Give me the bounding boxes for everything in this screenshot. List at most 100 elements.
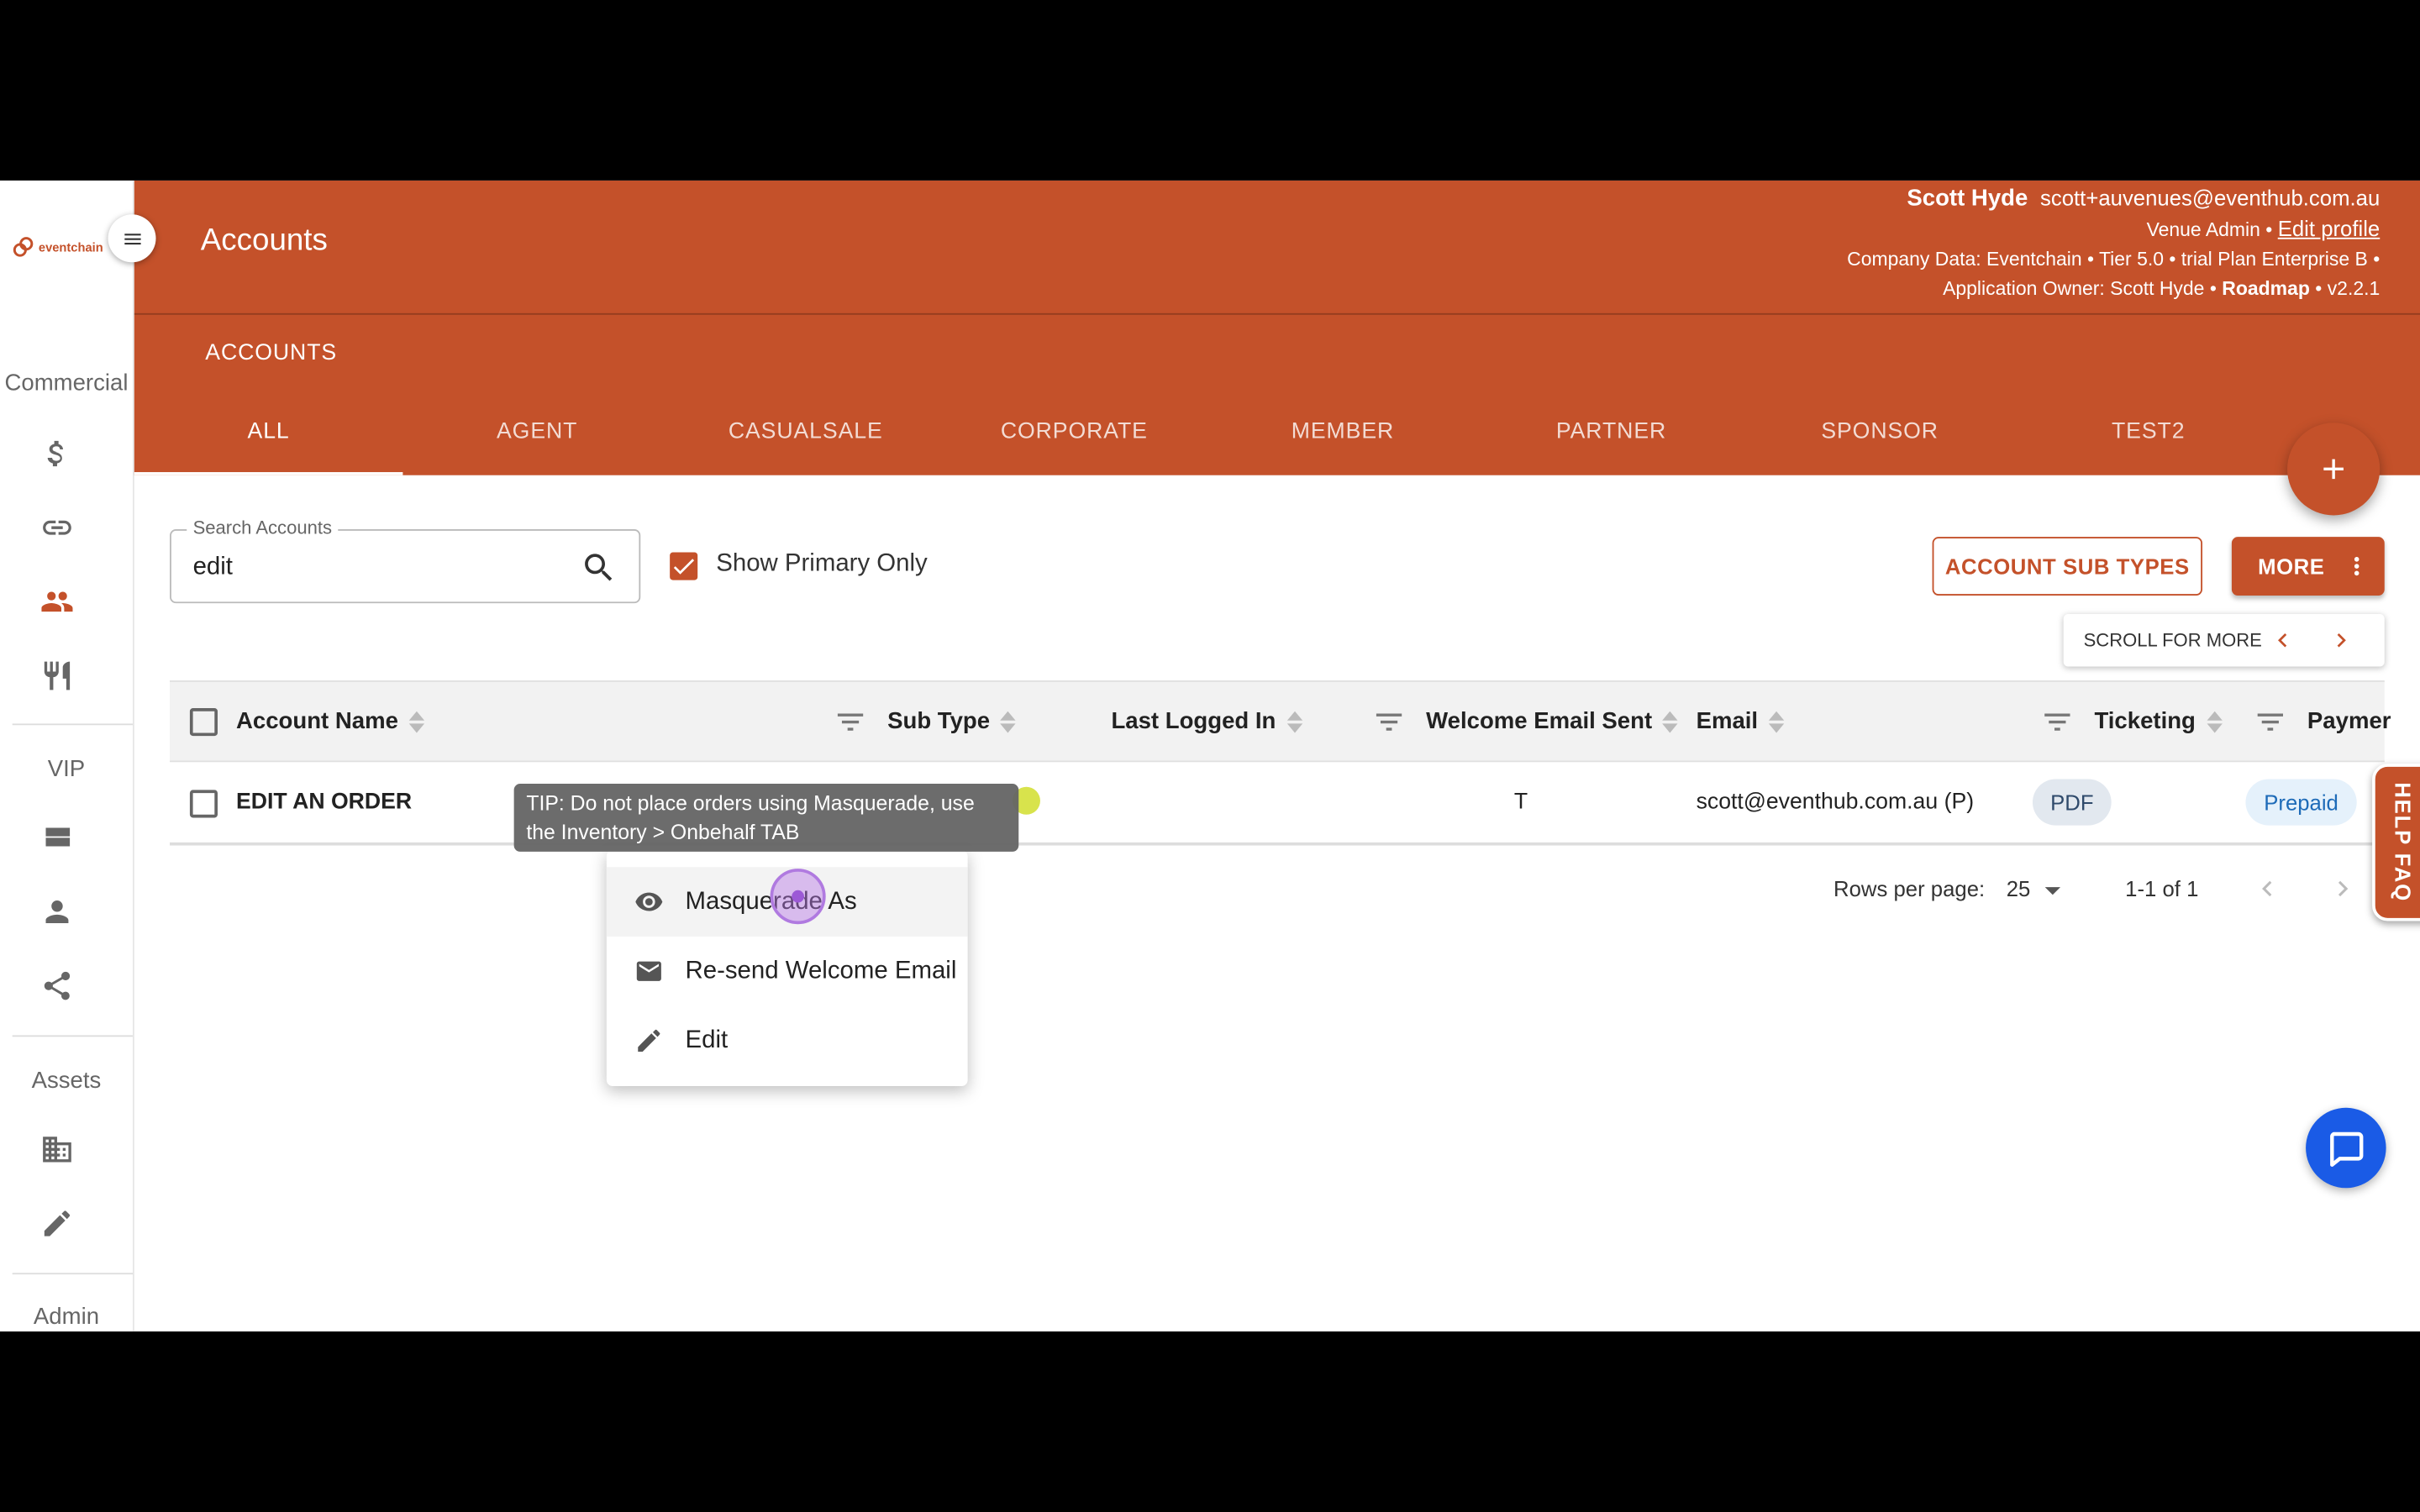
check-icon [673,559,695,575]
owner-line: Application Owner: Scott Hyde • [1943,277,2217,300]
dollar-icon[interactable] [39,435,76,472]
tab-member[interactable]: MEMBER [1208,420,1477,444]
column-ticketing[interactable]: Ticketing [2094,708,2223,734]
view-stream-icon[interactable] [39,819,76,856]
more-button-label: MORE [2258,554,2325,579]
tab-corporate[interactable]: CORPORATE [940,420,1209,444]
filter-icon[interactable] [834,706,867,738]
active-tab-indicator [134,472,403,475]
sidebar-divider [12,1273,133,1275]
sort-icon [2206,710,2223,732]
filter-icon[interactable] [2254,706,2287,738]
logo-text: eventchain [38,239,103,255]
add-account-button[interactable] [2287,423,2381,516]
sort-icon [408,710,425,732]
column-welcome-email-sent[interactable]: Welcome Email Sent [1426,708,1679,734]
search-icon[interactable] [581,549,618,586]
edit-profile-link[interactable]: Edit profile [2278,216,2381,240]
tab-agent[interactable]: AGENT [402,420,671,444]
click-cursor-indicator [770,869,826,925]
roadmap-link[interactable]: Roadmap [2222,278,2310,300]
sidebar: eventchain Commercial VIP Assets Admin [0,180,134,1332]
search-input[interactable] [192,549,564,586]
column-sub-type[interactable]: Sub Type [887,708,1017,734]
share-icon[interactable] [39,968,76,1005]
eventchain-logo-icon [13,237,34,257]
scroll-for-more-label: SCROLL FOR MORE [2083,629,2262,652]
column-payment[interactable]: Paymer [2307,708,2391,734]
select-all-checkbox[interactable] [189,708,218,737]
search-label: Search Accounts [187,517,339,539]
show-primary-checkbox[interactable] [670,552,698,580]
plus-icon [2323,459,2344,480]
tab-all[interactable]: ALL [134,420,403,444]
cell-welcome-email-sent: T [1513,790,1528,815]
sidebar-divider [12,723,133,726]
tab-partner[interactable]: PARTNER [1477,420,1746,444]
search-accounts-field[interactable]: Search Accounts [170,517,641,604]
cell-account-name[interactable]: EDIT AN ORDER [236,790,412,814]
account-sub-types-button[interactable]: ACCOUNT SUB TYPES [1932,537,2203,596]
menu-item-resend-welcome-email[interactable]: Re-send Welcome Email [607,937,968,1006]
sidebar-section-vip: VIP [47,756,86,783]
scroll-right-icon[interactable] [2328,627,2355,654]
chat-button[interactable] [2306,1107,2386,1189]
payment-chip: Prepaid [2245,779,2357,826]
help-faq-tab[interactable]: HELP FAQ [2372,764,2420,921]
filter-icon[interactable] [2040,706,2074,738]
more-vert-icon [2354,557,2360,576]
show-primary-label[interactable]: Show Primary Only [716,551,927,579]
caret-down-icon [2044,886,2060,895]
accounts-table: Account Name Sub Type Last Logged In Wel… [170,680,2391,847]
tab-casualsale[interactable]: CASUALSALE [671,420,940,444]
table-row[interactable]: EDIT AN ORDER T scott@eventhub.com.au (P… [170,762,2385,846]
sort-icon [1286,710,1302,732]
account-type-tabs: ALL AGENT CASUALSALE CORPORATE MEMBER PA… [134,411,2287,460]
sidebar-section-commercial: Commercial [4,370,129,397]
rows-per-page-select[interactable]: 25 [2007,876,2060,901]
column-email[interactable]: Email [1697,708,1785,734]
chat-bubble-icon [2330,1131,2364,1167]
mail-icon [636,961,661,981]
column-last-logged-in[interactable]: Last Logged In [1111,708,1302,734]
company-line: Company Data: Eventchain • Tier 5.0 • tr… [1847,248,2381,270]
more-button[interactable]: MORE [2231,537,2385,596]
brand-logo[interactable]: eventchain [13,236,103,258]
ticketing-chip: PDF [2032,779,2112,826]
people-icon[interactable] [39,583,76,620]
rows-per-page-label: Rows per page: [1833,876,1986,901]
user-name: Scott Hyde [1907,185,2028,212]
masquerade-tip-tooltip: TIP: Do not place orders using Masquerad… [513,784,1019,852]
row-checkbox[interactable] [189,790,218,818]
sidebar-divider [12,1035,133,1037]
user-email: scott+auvenues@eventhub.com.au [2040,185,2381,210]
pencil-icon[interactable] [39,1205,76,1242]
person-icon[interactable] [39,893,76,930]
tab-sponsor[interactable]: SPONSOR [1745,420,2014,444]
cell-email: scott@eventhub.com.au (P) [1696,790,1975,815]
app-version: • v2.2.1 [2315,277,2381,300]
sidebar-section-admin: Admin [33,1304,100,1331]
menu-toggle-button[interactable] [108,214,156,263]
help-faq-label: HELP FAQ [2391,782,2416,903]
header: Accounts Scott Hyde scott+auvenues@eventh… [134,180,2420,475]
page-range: 1-1 of 1 [2125,876,2199,901]
restaurant-icon[interactable] [39,657,76,694]
eye-icon [635,892,663,911]
next-page-icon[interactable] [2328,874,2359,905]
user-info: Scott Hyde scott+auvenues@eventhub.com.au… [1847,184,2380,304]
link-icon[interactable] [39,509,76,546]
user-role: Venue Admin • [2146,218,2273,241]
section-subtitle: ACCOUNTS [205,340,338,366]
menu-item-edit[interactable]: Edit [607,1006,968,1076]
scroll-left-icon[interactable] [2269,627,2296,654]
menu-item-label: Edit [685,1026,729,1053]
filter-icon[interactable] [1372,706,1406,738]
prev-page-icon[interactable] [2252,874,2283,905]
pencil-icon [638,1029,660,1052]
table-header: Account Name Sub Type Last Logged In Wel… [170,680,2391,763]
tab-test2[interactable]: TEST2 [2014,420,2283,444]
column-account-name[interactable]: Account Name [236,708,425,734]
building-icon[interactable] [39,1131,76,1168]
screen: eventchain Commercial VIP Assets Admin A… [0,0,2420,1512]
